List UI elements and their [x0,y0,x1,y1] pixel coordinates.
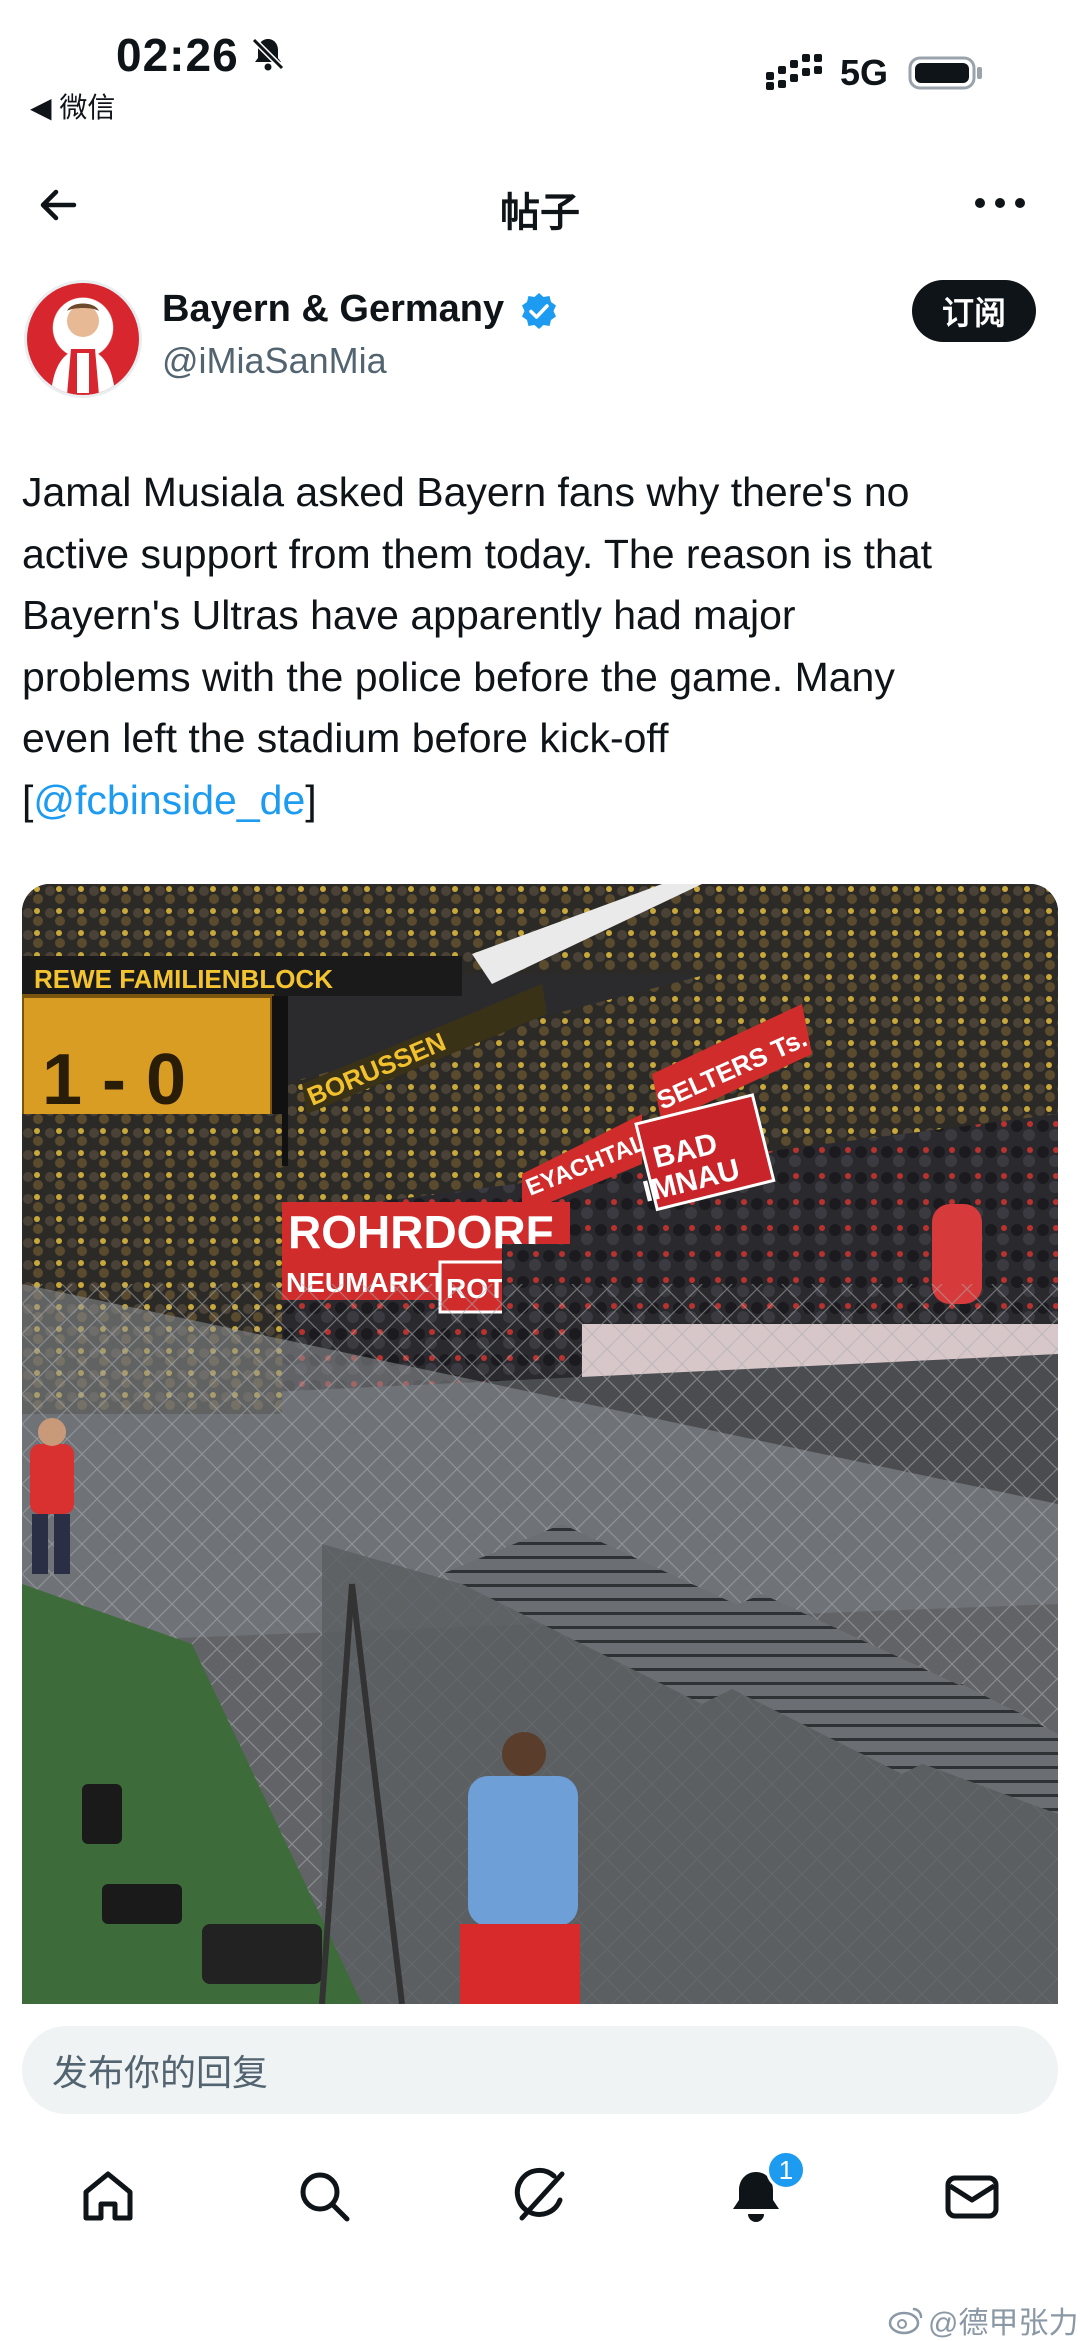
battery-icon [908,56,982,90]
page-title: 帖子 [500,191,580,235]
tweet-line: [@fcbinside_de] [22,770,1062,832]
stadium-photo: REWE FAMILIENBLOCK 1 - 0 37:48 ROHRDORF … [22,884,1058,2004]
reply-input[interactable]: 发布你的回复 [22,2026,1058,2114]
status-time: 02:26 [116,29,239,81]
tweet-photo[interactable]: REWE FAMILIENBLOCK 1 - 0 37:48 ROHRDORF … [22,884,1058,2004]
bracket: [ [22,776,34,823]
post-header: 帖子 [0,160,1080,250]
weibo-icon [888,2307,923,2335]
tweet-line: Jamal Musiala asked Bayern fans why ther… [22,469,910,515]
messages-icon[interactable] [942,2166,1002,2226]
tweet-text: Jamal Musiala asked Bayern fans why ther… [22,462,1062,831]
search-icon[interactable] [294,2166,354,2226]
bracket: ] [305,776,317,823]
sponsor-board-text: REWE FAMILIENBLOCK [34,964,333,994]
back-to-wechat[interactable]: ◀ 微信 [30,86,115,126]
author-handle[interactable]: @iMiaSanMia [162,340,387,382]
home-icon[interactable] [78,2166,138,2226]
bell-muted-icon [251,37,285,71]
verified-badge-icon [522,293,556,329]
mention-link[interactable]: @fcbinside_de [33,777,305,823]
tweet-line: even left the stadium before kick-off [22,715,669,761]
author-name[interactable]: Bayern & Germany [162,288,504,331]
watermark-text: @德甲张力 [928,2307,1079,2340]
network-type: 5G [840,52,889,93]
status-bar: 02:26 ◀ 微信 5G [0,0,1080,123]
subscribe-button[interactable]: 订阅 [912,280,1036,342]
notification-badge: 1 [766,2150,806,2190]
signal-icon [766,54,822,90]
grok-icon[interactable] [510,2166,570,2226]
scoreboard-score: 1 - 0 [42,1040,186,1120]
tweet-line: Bayern's Ultras have apparently had majo… [22,592,796,638]
tweet-line: problems with the police before the game… [22,653,895,700]
more-icon[interactable] [972,188,1028,218]
watermark: @德甲张力 [888,2298,1078,2341]
avatar[interactable] [24,280,142,398]
tweet-line: active support from them today. The reas… [22,530,933,577]
